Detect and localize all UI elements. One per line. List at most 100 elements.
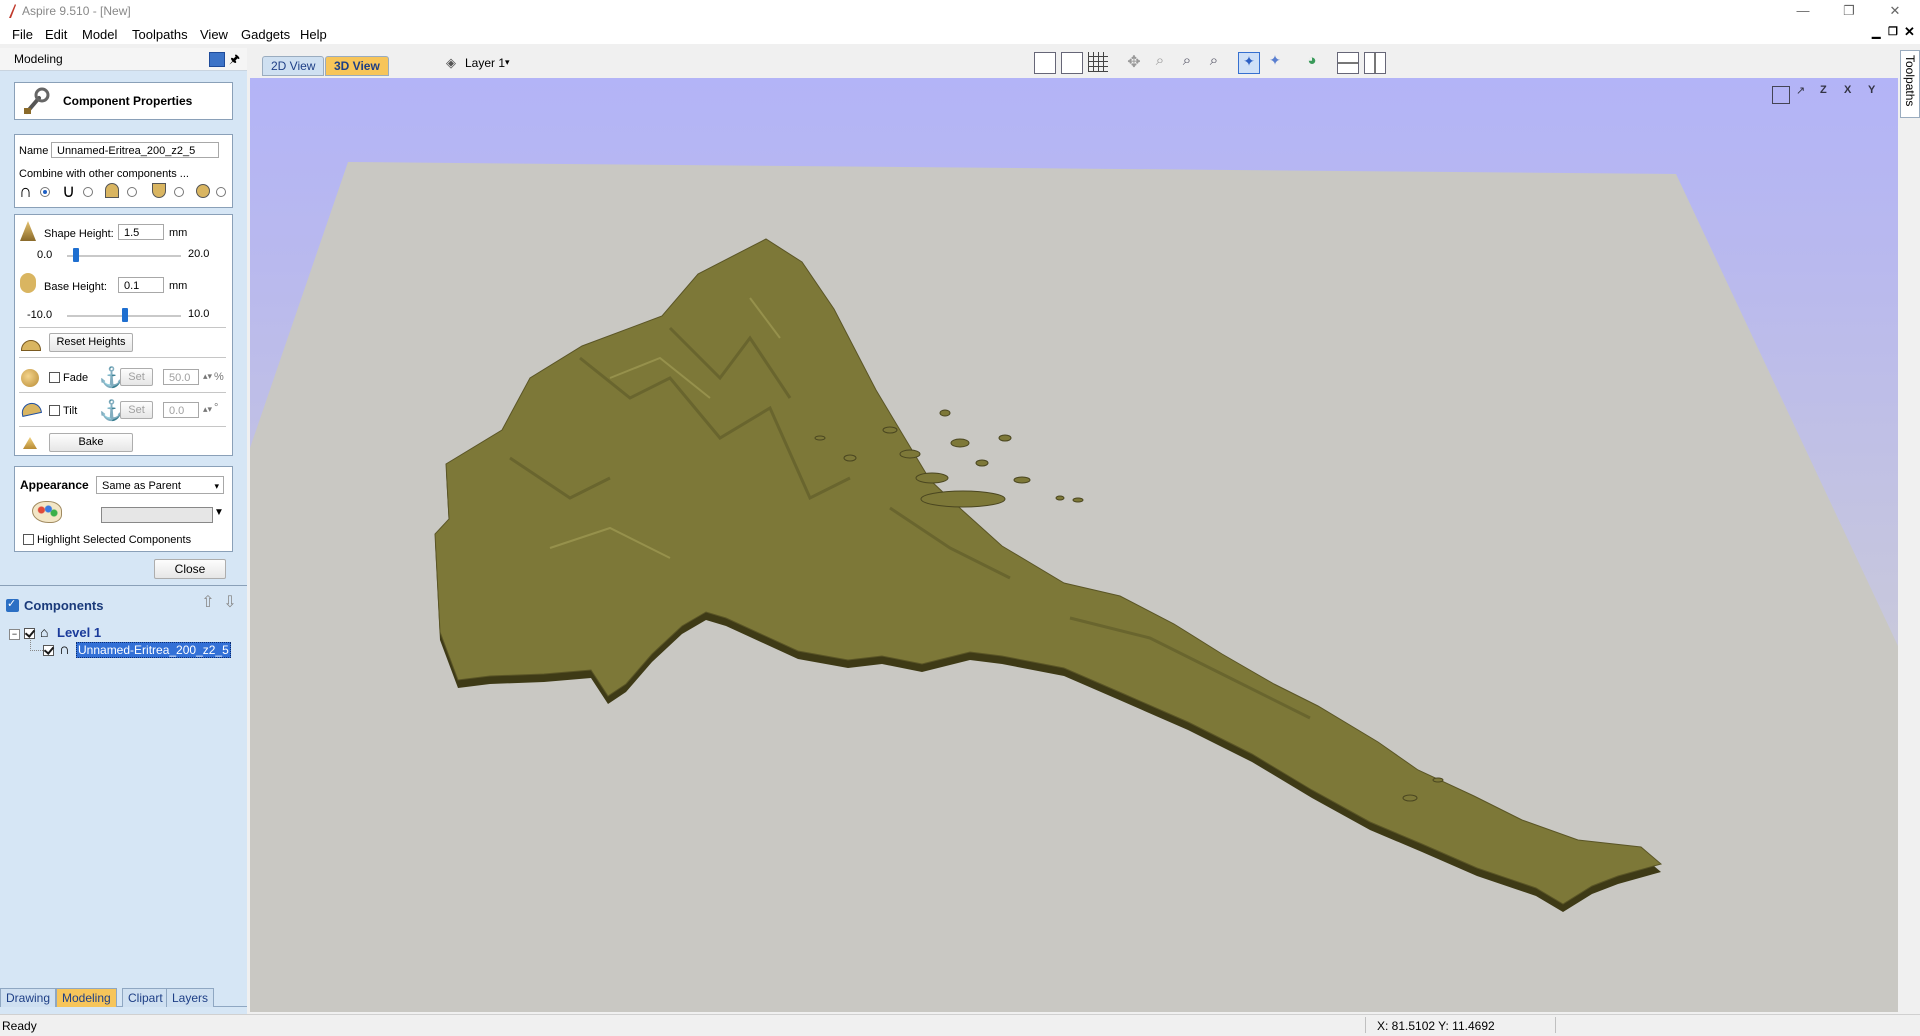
- bake-button[interactable]: Bake: [49, 433, 133, 452]
- tab-modeling[interactable]: Modeling: [56, 988, 117, 1007]
- auto-hide-icon[interactable]: [209, 52, 225, 67]
- tilt-value-field[interactable]: 0.0: [163, 402, 199, 418]
- status-bar: Ready X: 81.5102 Y: 11.4692: [0, 1014, 1920, 1036]
- mdi-close-icon[interactable]: ✕: [1904, 24, 1915, 40]
- fade-set-button[interactable]: Set: [120, 368, 153, 386]
- multiply-mode-icon: [196, 184, 210, 198]
- low-mode-icon: [152, 183, 166, 198]
- view-fit-icon[interactable]: [1772, 86, 1790, 104]
- 3d-viewport[interactable]: ↗ Z X Y: [250, 78, 1898, 1012]
- zoom-in-icon[interactable]: ⌕: [1177, 52, 1197, 72]
- tab-drawing[interactable]: Drawing: [0, 988, 57, 1007]
- shape-height-label: Shape Height:: [44, 228, 114, 240]
- split-vertical-icon[interactable]: [1364, 52, 1386, 74]
- zoom-box-icon[interactable]: [1061, 52, 1083, 74]
- reset-heights-button[interactable]: Reset Heights: [49, 333, 133, 352]
- title-bar: Aspire 9.510 - [New] — ❐ ✕: [0, 0, 1920, 22]
- restore-button[interactable]: ❐: [1826, 0, 1872, 22]
- shape-height-field[interactable]: 1.5: [118, 224, 164, 240]
- zoom-out-icon[interactable]: ⌕: [1204, 52, 1224, 72]
- divider: [0, 585, 247, 586]
- low-radio[interactable]: [174, 187, 184, 197]
- component-item[interactable]: Unnamed-Eritrea_200_z2_5: [76, 642, 231, 658]
- tree-connector: [30, 640, 43, 651]
- tilt-unit: °: [214, 402, 219, 414]
- shape-height-slider[interactable]: [67, 255, 181, 257]
- tilt-spin-icon[interactable]: ▴▾: [203, 404, 212, 415]
- base-height-field[interactable]: 0.1: [118, 277, 164, 293]
- split-horizontal-icon[interactable]: [1337, 52, 1359, 74]
- name-section: Name Unnamed-Eritrea_200_z2_5 Combine wi…: [14, 134, 233, 208]
- menu-help[interactable]: Help: [300, 27, 327, 42]
- tilt-set-button[interactable]: Set: [120, 401, 153, 419]
- move-up-icon[interactable]: ⇧: [199, 593, 217, 613]
- high-mode-icon: [105, 183, 119, 198]
- name-field[interactable]: Unnamed-Eritrea_200_z2_5: [51, 142, 219, 158]
- cursor-coordinates: X: 81.5102 Y: 11.4692: [1377, 1019, 1495, 1033]
- snap-icon[interactable]: ✦: [1238, 52, 1260, 74]
- snap-grid-icon[interactable]: ✦: [1265, 52, 1285, 72]
- tab-2d-view[interactable]: 2D View: [262, 56, 325, 76]
- tab-clipart[interactable]: Clipart: [122, 988, 169, 1007]
- fade-value-field[interactable]: 50.0: [163, 369, 199, 385]
- tab-layers[interactable]: Layers: [166, 988, 215, 1007]
- grid-icon[interactable]: [1088, 52, 1108, 72]
- window-title: Aspire 9.510 - [New]: [22, 4, 131, 18]
- high-radio[interactable]: [127, 187, 137, 197]
- level-checkbox[interactable]: [24, 628, 35, 639]
- layer-chevron-icon[interactable]: ▾: [505, 57, 510, 68]
- base-min-label: -10.0: [27, 309, 53, 321]
- fade-label: Fade: [63, 372, 89, 384]
- subtract-radio[interactable]: [83, 187, 93, 197]
- pan-icon[interactable]: ✥: [1124, 52, 1144, 72]
- menu-view[interactable]: View: [200, 27, 228, 42]
- shape-height-slider-thumb[interactable]: [72, 248, 79, 262]
- tilt-label: Tilt: [63, 405, 78, 417]
- collapse-icon[interactable]: −: [9, 629, 20, 640]
- aspire-logo-icon: [9, 4, 16, 18]
- fade-checkbox[interactable]: [49, 372, 60, 383]
- merge-radio[interactable]: [40, 187, 50, 197]
- menu-model[interactable]: Model: [82, 27, 117, 42]
- layer-dropdown[interactable]: Layer 1: [465, 56, 505, 70]
- close-window-button[interactable]: ✕: [1872, 0, 1918, 22]
- toolpaths-tab[interactable]: Toolpaths: [1900, 50, 1920, 118]
- move-down-icon[interactable]: ⇩: [221, 593, 239, 613]
- mdi-restore-icon[interactable]: ❐: [1888, 25, 1898, 38]
- base-height-slider-thumb[interactable]: [121, 308, 128, 322]
- color-swatch[interactable]: [101, 507, 213, 523]
- highlight-label: Highlight Selected Components: [37, 534, 192, 546]
- pin-icon[interactable]: 🖈: [229, 50, 240, 71]
- mdi-minimize-icon[interactable]: ▁: [1872, 26, 1880, 39]
- 3d-scene[interactable]: [250, 78, 1898, 1012]
- axis-view-y-button[interactable]: Y: [1868, 84, 1875, 96]
- components-checkbox[interactable]: ✓: [6, 598, 19, 612]
- axis-view-x-button[interactable]: X: [1844, 84, 1851, 96]
- item-checkbox[interactable]: [43, 645, 54, 656]
- menu-edit[interactable]: Edit: [45, 27, 67, 42]
- close-button[interactable]: Close: [154, 559, 226, 579]
- fade-spin-icon[interactable]: ▴▾: [203, 371, 212, 382]
- tilt-checkbox[interactable]: [49, 405, 60, 416]
- axis-view-iso-icon[interactable]: ↗: [1796, 84, 1805, 97]
- minimize-button[interactable]: —: [1780, 0, 1826, 22]
- shading-icon[interactable]: ◕: [1302, 52, 1322, 72]
- appearance-dropdown[interactable]: Same as Parent ▾: [96, 476, 224, 494]
- chevron-down-icon: ▾: [214, 481, 219, 491]
- tab-3d-view[interactable]: 3D View: [325, 56, 389, 76]
- color-chevron-icon[interactable]: ▼: [214, 507, 224, 518]
- multiply-radio[interactable]: [216, 187, 226, 197]
- menu-toolpaths[interactable]: Toolpaths: [132, 27, 188, 42]
- axis-view-z-button[interactable]: Z: [1820, 84, 1827, 96]
- status-text: Ready: [2, 1019, 37, 1033]
- zoom-icon[interactable]: ⌕: [1150, 52, 1170, 72]
- shape-max-label: 20.0: [188, 248, 210, 260]
- appearance-section: Appearance Same as Parent ▾ ▼ Highlight …: [14, 466, 233, 552]
- components-title: Components: [24, 598, 104, 613]
- zoom-all-icon[interactable]: [1034, 52, 1056, 74]
- separator: [19, 327, 226, 328]
- highlight-checkbox[interactable]: [23, 534, 34, 545]
- menu-gadgets[interactable]: Gadgets: [241, 27, 290, 42]
- menu-file[interactable]: File: [12, 27, 33, 42]
- level-label[interactable]: Level 1: [57, 625, 101, 640]
